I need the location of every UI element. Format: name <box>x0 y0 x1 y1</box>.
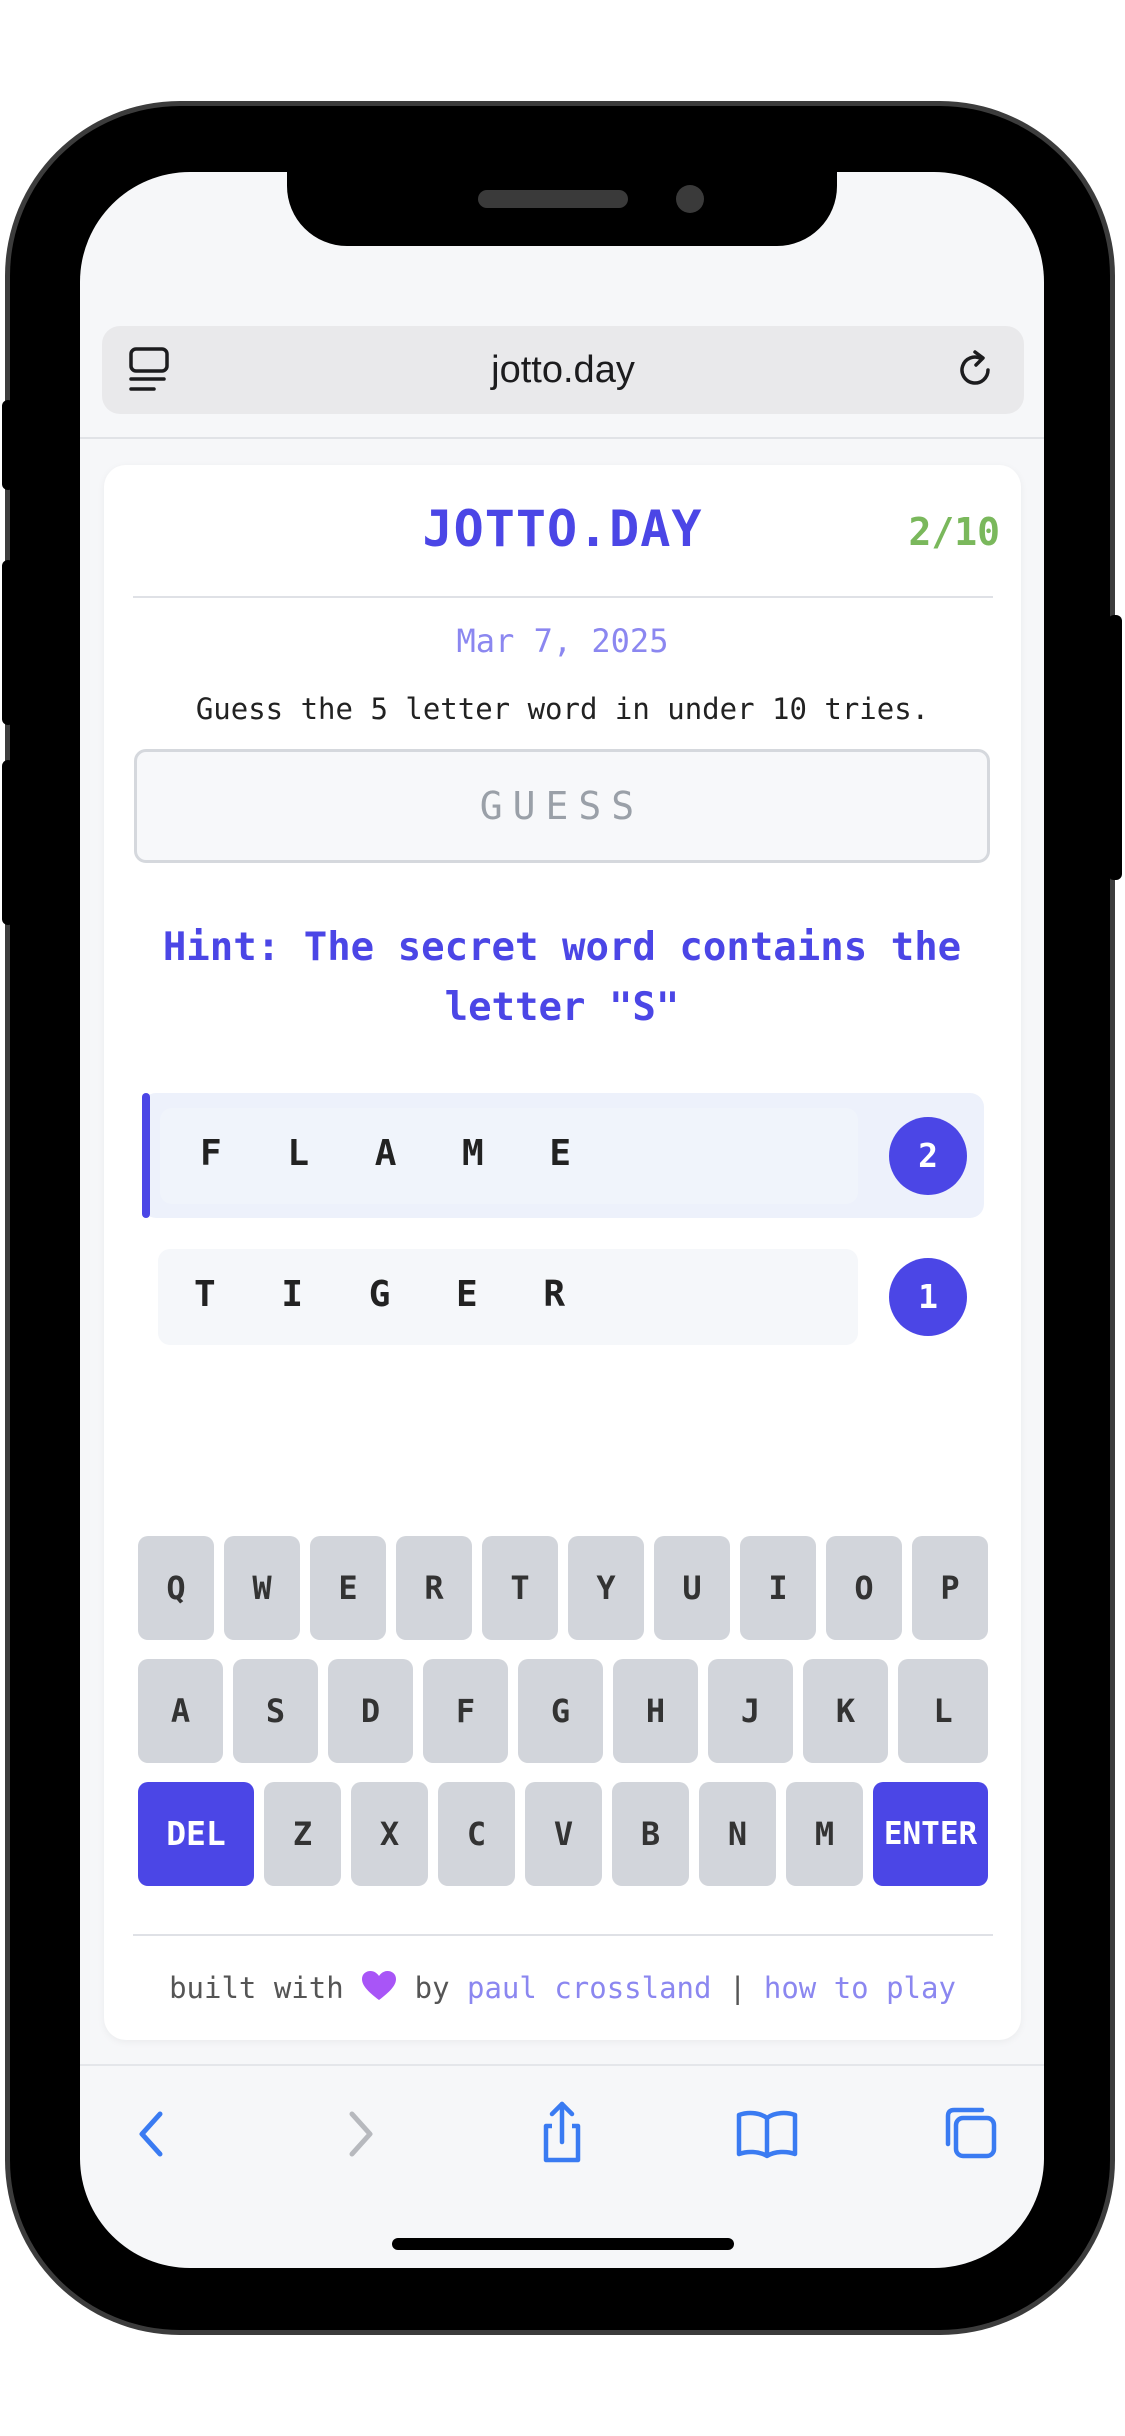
chevron-right-icon[interactable] <box>320 2094 400 2174</box>
url-bar-divider <box>80 437 1044 439</box>
key-j[interactable]: J <box>708 1659 793 1763</box>
key-r[interactable]: R <box>396 1536 472 1640</box>
key-e[interactable]: E <box>310 1536 386 1640</box>
toolbar-divider <box>80 2064 1044 2066</box>
key-z[interactable]: Z <box>264 1782 341 1886</box>
reload-icon[interactable] <box>955 348 999 392</box>
power-button <box>1108 615 1122 880</box>
guess-input[interactable]: GUESS <box>134 749 990 863</box>
footer: built with by paul crossland | how to pl… <box>104 1970 1021 2009</box>
mute-switch <box>2 400 14 490</box>
guess-word: F L A M E <box>200 1133 594 1174</box>
key-s[interactable]: S <box>233 1659 318 1763</box>
home-indicator[interactable] <box>392 2238 734 2250</box>
volume-down-button <box>2 760 14 925</box>
key-y[interactable]: Y <box>568 1536 644 1640</box>
match-count-badge: 1 <box>889 1258 967 1336</box>
key-t[interactable]: T <box>482 1536 558 1640</box>
key-w[interactable]: W <box>224 1536 300 1640</box>
footer-built-with: built with <box>169 1971 344 2005</box>
attempt-counter: 2/10 <box>908 510 1000 554</box>
match-count-badge: 2 <box>889 1117 967 1195</box>
address-bar-url[interactable]: jotto.day <box>102 326 1024 414</box>
key-c[interactable]: C <box>438 1782 515 1886</box>
key-g[interactable]: G <box>518 1659 603 1763</box>
key-d[interactable]: D <box>328 1659 413 1763</box>
front-camera <box>676 185 704 213</box>
earpiece-speaker <box>478 190 628 208</box>
key-p[interactable]: P <box>912 1536 988 1640</box>
header-divider <box>133 596 993 598</box>
puzzle-date: Mar 7, 2025 <box>456 622 669 660</box>
enter-button[interactable]: ENTER <box>873 1782 988 1886</box>
key-u[interactable]: U <box>654 1536 730 1640</box>
key-n[interactable]: N <box>699 1782 776 1886</box>
key-o[interactable]: O <box>826 1536 902 1640</box>
instructions: Guess the 5 letter word in under 10 trie… <box>195 692 930 726</box>
tabs-overview-icon[interactable] <box>932 2094 1012 2174</box>
key-x[interactable]: X <box>351 1782 428 1886</box>
tabs-icon[interactable] <box>128 346 174 396</box>
key-f[interactable]: F <box>423 1659 508 1763</box>
key-i[interactable]: I <box>740 1536 816 1640</box>
key-h[interactable]: H <box>613 1659 698 1763</box>
chevron-left-icon[interactable] <box>112 2094 192 2174</box>
footer-divider <box>133 1934 993 1936</box>
share-icon[interactable] <box>522 2092 602 2172</box>
hint-text: Hint: The secret word contains the lette… <box>162 925 962 1030</box>
author-link[interactable]: paul crossland <box>467 1971 711 2005</box>
footer-separator: | <box>728 1971 747 2005</box>
guess-word: T I G E R <box>194 1274 588 1315</box>
volume-up-button <box>2 560 14 725</box>
footer-by: by <box>414 1971 450 2005</box>
delete-button[interactable]: DEL <box>138 1782 254 1886</box>
purple-heart-icon <box>361 1970 397 2009</box>
guess-row-accent-bar <box>142 1093 150 1218</box>
key-b[interactable]: B <box>612 1782 689 1886</box>
key-m[interactable]: M <box>786 1782 863 1886</box>
book-icon[interactable] <box>727 2094 807 2174</box>
key-v[interactable]: V <box>525 1782 602 1886</box>
key-a[interactable]: A <box>138 1659 223 1763</box>
key-k[interactable]: K <box>803 1659 888 1763</box>
key-l[interactable]: L <box>898 1659 988 1763</box>
how-to-play-link[interactable]: how to play <box>764 1971 956 2005</box>
key-q[interactable]: Q <box>138 1536 214 1640</box>
